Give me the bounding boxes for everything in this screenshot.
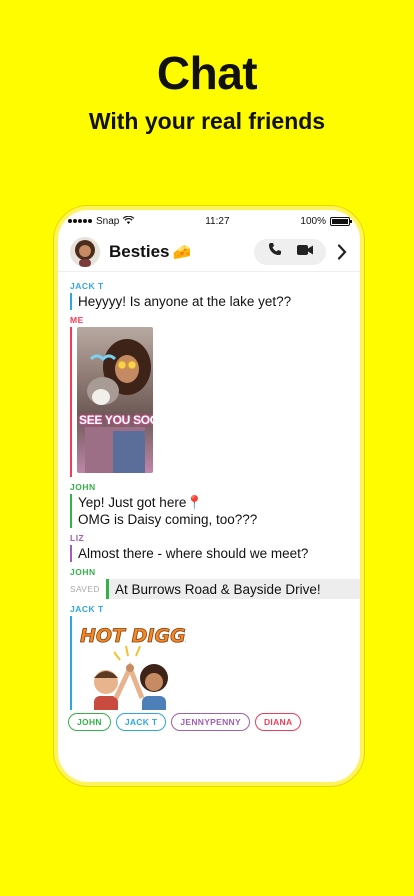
presence-chip[interactable]: DIANA [254,713,302,731]
phone-frame: Snap 11:27 100% Besties 🧀 JACK T Heyyyy!… [54,206,364,786]
presence-chip[interactable]: JENNYPENNY [171,713,250,731]
message-list[interactable]: JACK T Heyyyy! Is anyone at the lake yet… [58,272,360,734]
message-line: Yep! Just got here📍 [78,495,204,510]
sender-label: JACK T [70,281,104,291]
group-avatar[interactable] [70,236,100,267]
sender-label: JOHN [70,567,96,577]
carrier-label: Snap [96,215,120,227]
sticker-text: HOT DIGGITY [80,625,186,647]
promo-subtitle: With your real friends [88,108,326,134]
chat-message[interactable]: Heyyyy! Is anyone at the lake yet?? [70,293,360,310]
sender-label: JOHN [70,482,96,492]
message-line: OMG is Daisy coming, too??? [78,512,258,527]
chat-header: Besties 🧀 [58,232,360,272]
video-call-icon[interactable] [296,243,313,261]
snap-caption: SEE YOU SOON! [79,413,153,427]
snap-message: SEE YOU SOON! [70,327,360,477]
phone-call-icon[interactable] [268,242,282,261]
sender-label: ME [70,315,84,325]
presence-chip[interactable]: JACK T [115,713,167,731]
promo-title: Chat [156,47,258,99]
saved-message[interactable]: At Burrows Road & Bayside Drive! [106,579,360,599]
chat-name: Besties [109,241,170,261]
presence-bar: JOHN JACK T JENNYPENNY DIANA [58,710,360,734]
sender-label: JACK T [70,604,104,614]
battery-icon [329,216,352,226]
chat-message[interactable]: Yep! Just got here📍 OMG is Daisy coming,… [70,494,360,528]
saved-message-row[interactable]: SAVED At Burrows Road & Bayside Drive! [58,579,360,599]
presence-chip[interactable]: JOHN [68,713,111,731]
battery-percent: 100% [300,215,326,227]
signal-icon [68,219,92,223]
chat-message[interactable]: Almost there - where should we meet? [70,545,360,562]
cheese-emoji: 🧀 [172,243,192,261]
sender-label: LIZ [70,533,85,543]
chat-title[interactable]: Besties 🧀 [109,242,191,262]
wifi-icon [123,215,135,227]
call-controls [254,238,326,265]
status-time: 11:27 [205,215,230,227]
status-bar: Snap 11:27 100% [58,210,360,232]
saved-label: SAVED [70,584,100,594]
chevron-right-icon[interactable] [332,240,352,264]
snap-photo[interactable]: SEE YOU SOON! [77,327,153,473]
